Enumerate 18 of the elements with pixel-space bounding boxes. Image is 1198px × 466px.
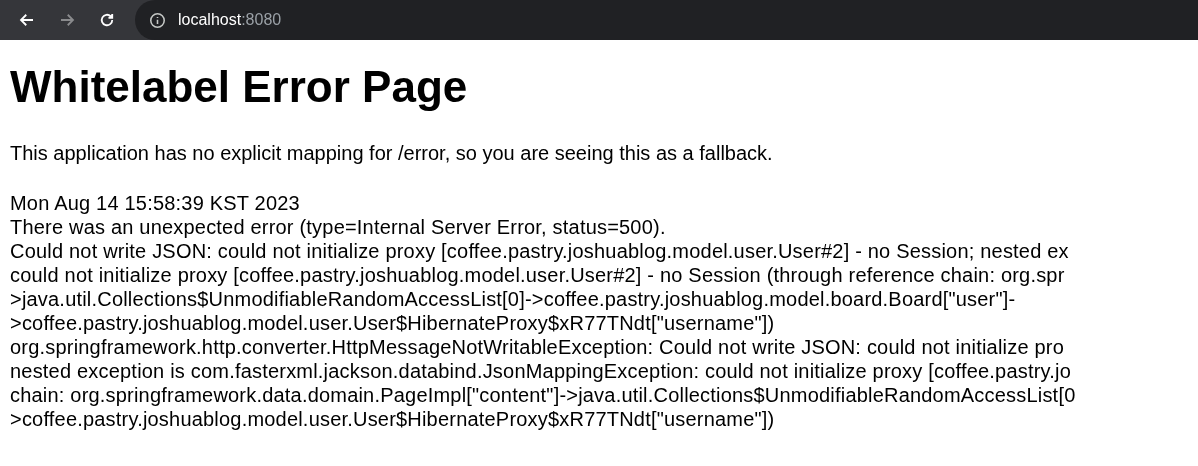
back-icon[interactable] — [18, 11, 36, 29]
error-line: >coffee.pastry.joshuablog.model.user.User$HibernateProxy$xR77TNdt["username"]) — [10, 311, 776, 335]
error-line: org.springframework.http.converter.HttpMessageNotWritableException: Could not write JSON: could not initialize pro — [10, 335, 1065, 359]
forward-icon[interactable] — [58, 11, 76, 29]
reload-icon[interactable] — [98, 11, 116, 29]
address-bar[interactable]: localhost:8080 — [135, 0, 1198, 40]
error-line: There was an unexpected error (type=Internal Server Error, status=500). — [10, 215, 667, 239]
error-line: >java.util.Collections$UnmodifiableRandomAccessList[0]->coffee.pastry.joshuablog.model.board.Board["user"]- — [10, 287, 1017, 311]
error-line: Mon Aug 14 15:58:39 KST 2023 — [10, 191, 301, 215]
error-line: Could not write JSON: could not initialize proxy [coffee.pastry.joshuablog.model.user.User#2] - no Session; nested ex — [10, 239, 1070, 263]
page-title: Whitelabel Error Page — [10, 61, 469, 113]
error-line: nested exception is com.fasterxml.jackson.databind.JsonMappingException: could not initialize proxy [coffee.pastry.jo — [10, 359, 1072, 383]
error-line: could not initialize proxy [coffee.pastry.joshuablog.model.user.User#2] - no Session (through reference chain: org.spr — [10, 263, 1066, 287]
info-icon[interactable] — [149, 11, 166, 29]
address-text: localhost:8080 — [178, 10, 282, 30]
error-line: >coffee.pastry.joshuablog.model.user.User$HibernateProxy$xR77TNdt["username"]) — [10, 407, 776, 431]
error-line: chain: org.springframework.data.domain.PageImpl["content"]->java.util.Collections$UnmodifiableRandomAccessList[0 — [10, 383, 1077, 407]
intro-text: This application has no explicit mapping for /error, so you are seeing this as a fallback. — [10, 141, 774, 165]
